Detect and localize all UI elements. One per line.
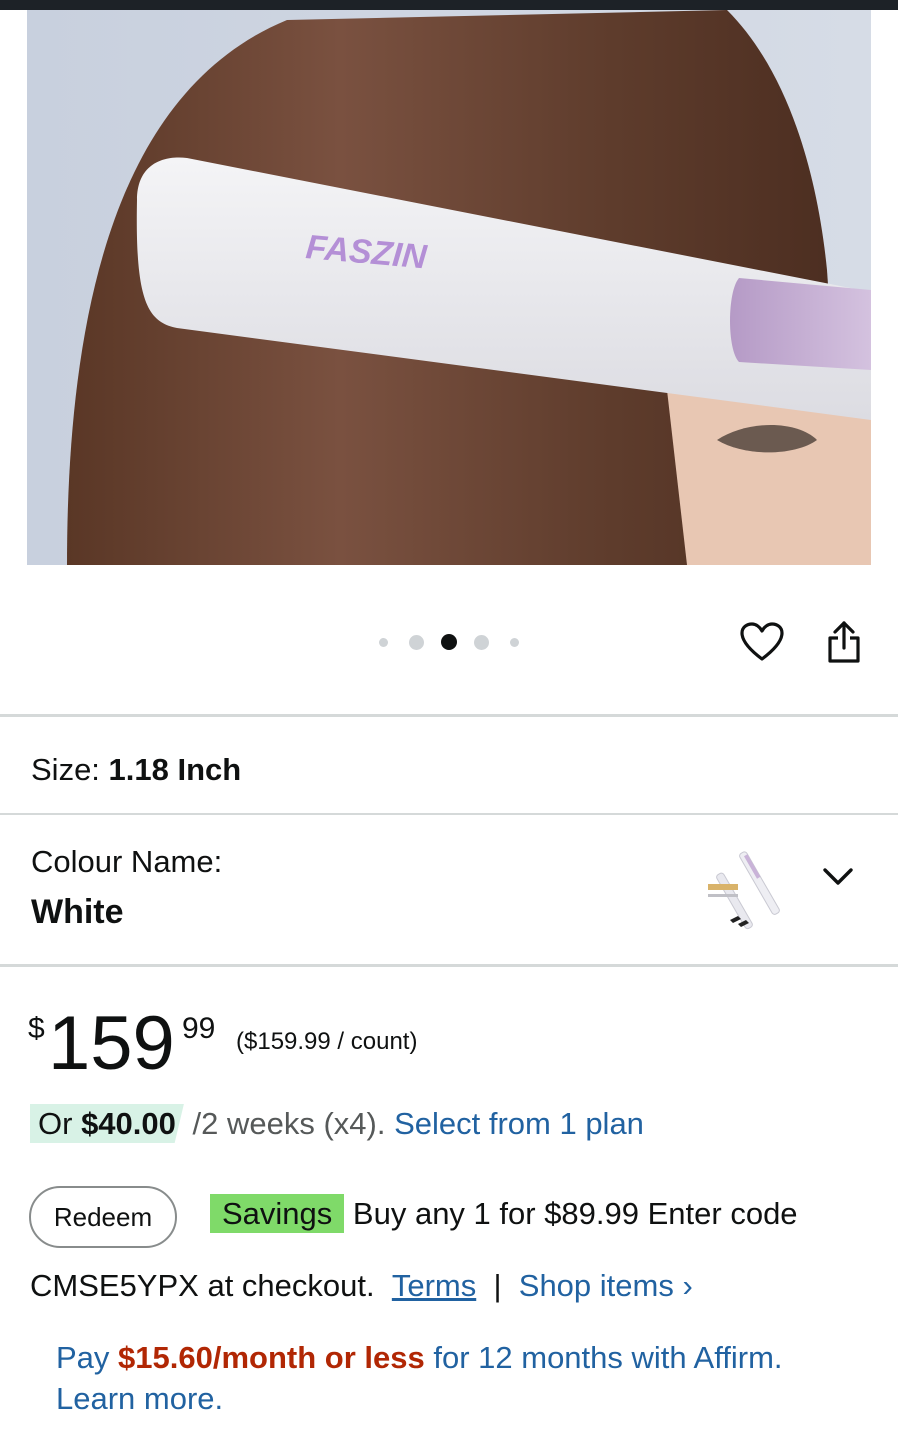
installment-highlight: Or $40.00	[30, 1104, 184, 1143]
divider	[0, 714, 898, 717]
savings-text: Buy any 1 for $89.99 Enter code	[352, 1196, 798, 1231]
chevron-down-icon[interactable]	[822, 866, 854, 893]
installment-amount: $40.00	[81, 1106, 176, 1141]
size-value: 1.18 Inch	[108, 752, 242, 787]
select-plan-link[interactable]: Select from 1 plan	[394, 1106, 644, 1141]
terms-link[interactable]: Terms	[392, 1268, 476, 1303]
colour-swatch-thumbnail[interactable]	[700, 840, 800, 936]
affirm-pay: Pay	[56, 1340, 110, 1375]
product-photo: FASZIN	[27, 10, 871, 565]
installment-terms: /2 weeks (x4).	[183, 1106, 386, 1141]
unit-price: ($159.99 / count)	[236, 1028, 418, 1055]
shop-items-link[interactable]: Shop items ›	[519, 1268, 693, 1303]
carousel-dot-active[interactable]	[441, 634, 457, 650]
price-currency: $	[28, 1012, 45, 1045]
redeem-button[interactable]: Redeem	[29, 1186, 177, 1248]
divider	[0, 964, 898, 967]
wishlist-heart-icon[interactable]	[740, 622, 784, 667]
price-fraction: 99	[182, 1012, 216, 1045]
savings-badge: Savings	[210, 1194, 345, 1233]
coupon-code-text: CMSE5YPX at checkout.	[30, 1268, 375, 1303]
coupon-line: CMSE5YPX at checkout. Terms | Shop items…	[30, 1268, 693, 1304]
savings-promo: Savings Buy any 1 for $89.99 Enter code	[210, 1194, 798, 1233]
carousel-dot[interactable]	[510, 638, 519, 647]
status-bar	[0, 0, 898, 10]
price-whole: 159	[48, 1001, 175, 1086]
installment-offer: Or $40.00 /2 weeks (x4). Select from 1 p…	[30, 1104, 644, 1143]
size-label: Size:	[31, 752, 100, 787]
divider	[0, 813, 898, 815]
colour-value: White	[31, 893, 124, 931]
carousel-dot[interactable]	[474, 635, 489, 650]
separator: |	[493, 1268, 502, 1303]
share-icon[interactable]	[826, 620, 862, 669]
carousel-dot[interactable]	[379, 638, 388, 647]
carousel-dot[interactable]	[409, 635, 424, 650]
installment-or: Or	[38, 1106, 73, 1141]
affirm-amount: $15.60/month or less	[118, 1340, 425, 1375]
colour-label: Colour Name:	[31, 844, 223, 879]
product-image[interactable]: FASZIN	[27, 10, 871, 565]
size-row[interactable]: Size: 1.18 Inch	[31, 752, 241, 788]
affirm-financing-link[interactable]: Pay $15.60/month or less for 12 months w…	[56, 1337, 836, 1419]
